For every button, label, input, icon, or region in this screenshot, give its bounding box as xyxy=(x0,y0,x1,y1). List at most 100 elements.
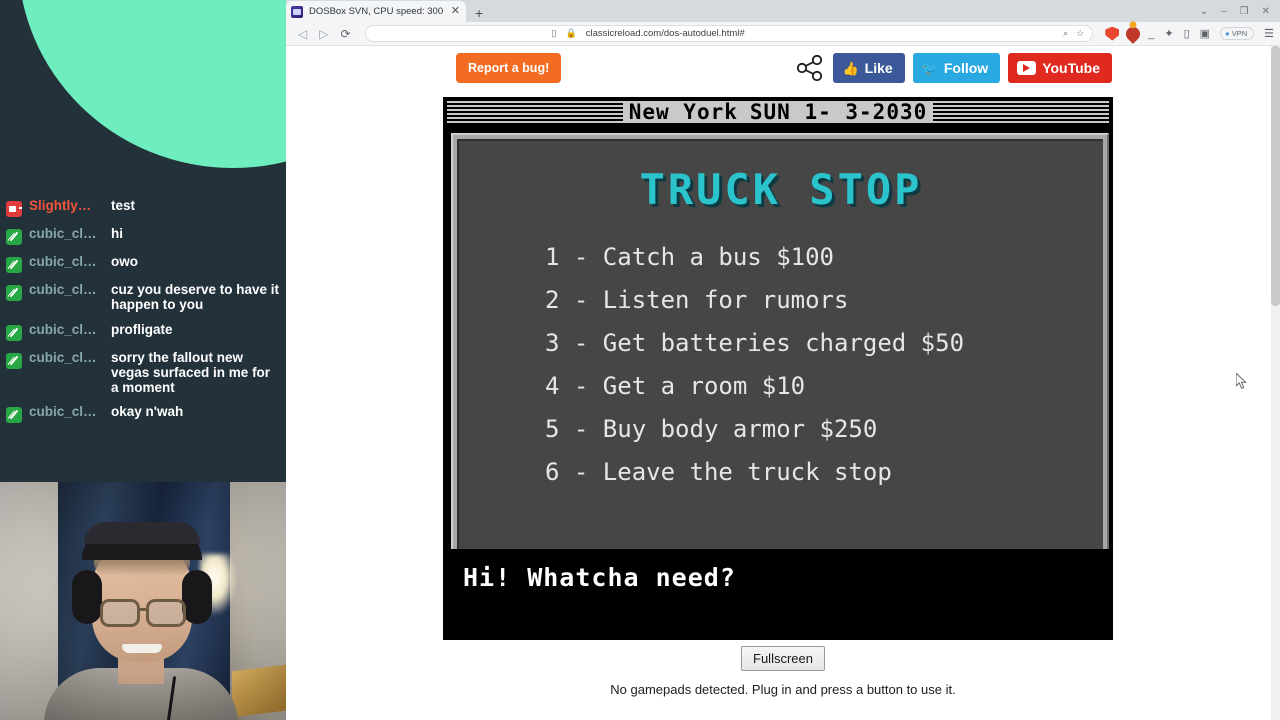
bookmark-star-icon[interactable]: ☆ xyxy=(1076,28,1084,39)
reload-icon[interactable]: ⟳ xyxy=(334,28,356,40)
web-page-content: Report a bug! 👍 Like 🐦 Follow YouTube Ne… xyxy=(286,46,1280,720)
youtube-button[interactable]: YouTube xyxy=(1008,53,1112,83)
chat-text: sorry the fallout new vegas surfaced in … xyxy=(111,349,271,396)
browser-toolbar: ◁ ▷ ⟳ ▯ 🔒 classicreload.com/dos-autoduel… xyxy=(286,19,1280,46)
broadcaster-badge-icon xyxy=(6,201,22,217)
vpn-dot-icon: ● xyxy=(1225,29,1230,38)
chat-message: cubic_cl… sorry the fallout new vegas su… xyxy=(6,350,280,396)
chat-username[interactable]: cubic_cl… xyxy=(29,322,101,337)
game-menu-frame: TRUCK STOP 1 - Catch a bus $100 2 - List… xyxy=(451,133,1109,567)
mod-badge-icon xyxy=(6,285,22,301)
fullscreen-section: Fullscreen No gamepads detected. Plug in… xyxy=(286,646,1280,697)
scrollbar-thumb[interactable] xyxy=(1271,46,1280,306)
webcam-vignette xyxy=(0,482,286,720)
game-menu-option[interactable]: 1 - Catch a bus $100 xyxy=(459,236,1103,279)
browser-window: DOSBox SVN, CPU speed: 300 ✕ + ⌄ – ❐ ✕ ◁… xyxy=(286,0,1280,720)
toolbar-right-icons: _ ✦ ▯ ▣ ● VPN ☰ xyxy=(1140,27,1274,40)
titlebar-stripes-right xyxy=(933,101,1109,123)
mod-badge-icon xyxy=(6,407,22,424)
address-bar[interactable]: ▯ 🔒 classicreload.com/dos-autoduel.html#… xyxy=(364,25,1094,42)
chat-username[interactable]: Slightly… xyxy=(29,198,101,213)
chat-text: test xyxy=(111,198,136,213)
decorative-mint-circle xyxy=(18,0,286,168)
webcam-video-feed xyxy=(0,482,286,720)
twitter-follow-button[interactable]: 🐦 Follow xyxy=(912,53,1001,83)
extension-icons xyxy=(1101,19,1144,44)
chat-message: cubic_cl… owo xyxy=(6,254,280,273)
side-panel-icon[interactable]: ▯ xyxy=(1184,27,1190,40)
url-text: classicreload.com/dos-autoduel.html# xyxy=(585,28,745,39)
zoom-icon[interactable]: ⌕ xyxy=(1063,28,1068,39)
dos-game-canvas[interactable]: New York SUN 1- 3-2030 TRUCK STOP 1 - Ca… xyxy=(443,97,1113,640)
report-a-bug-button[interactable]: Report a bug! xyxy=(456,53,562,83)
facebook-like-button[interactable]: 👍 Like xyxy=(833,53,905,83)
reading-list-icon[interactable]: ▯ xyxy=(552,28,557,39)
browser-menu-icon[interactable]: ☰ xyxy=(1264,27,1274,40)
extensions-puzzle-icon[interactable]: ✦ xyxy=(1164,27,1173,40)
game-menu-option[interactable]: 4 - Get a room $10 xyxy=(459,365,1103,408)
gamepad-status-text: No gamepads detected. Plug in and press … xyxy=(610,682,956,697)
chat-message: cubic_cl… profligate xyxy=(6,322,280,341)
chat-text: profligate xyxy=(111,321,173,337)
tab-close-icon[interactable]: ✕ xyxy=(451,6,460,17)
chat-username[interactable]: cubic_cl… xyxy=(29,350,101,365)
chat-username[interactable]: cubic_cl… xyxy=(29,404,101,419)
profile-icon[interactable]: ▣ xyxy=(1200,27,1210,40)
chat-message: cubic_cl… cuz you deserve to have it hap… xyxy=(6,282,280,313)
mod-badge-icon xyxy=(6,324,22,341)
chat-username[interactable]: cubic_cl… xyxy=(29,282,101,297)
tab-favicon-icon xyxy=(291,5,303,18)
chat-username[interactable]: cubic_cl… xyxy=(29,226,101,241)
collapse-icon[interactable]: ⌄ xyxy=(1200,6,1208,17)
browser-tab-strip: DOSBox SVN, CPU speed: 300 ✕ + ⌄ – ❐ ✕ xyxy=(286,0,1280,22)
chat-message: cubic_cl… okay n'wah xyxy=(6,404,280,424)
thumbs-up-icon: 👍 xyxy=(842,60,859,76)
twitter-bird-icon: 🐦 xyxy=(921,60,938,76)
game-date-label: SUN 1- 3-2030 xyxy=(743,101,934,123)
titlebar-stripes-left xyxy=(447,101,623,123)
new-tab-button[interactable]: + xyxy=(466,6,492,22)
forward-icon[interactable]: ▷ xyxy=(313,28,334,40)
youtube-play-icon xyxy=(1017,61,1037,75)
fullscreen-button[interactable]: Fullscreen xyxy=(741,646,825,671)
mod-badge-icon xyxy=(6,257,22,273)
mod-badge-icon xyxy=(6,229,22,245)
follow-label: Follow xyxy=(943,60,989,76)
chat-text: owo xyxy=(111,254,138,269)
game-dialogue-text: Hi! Whatcha need? xyxy=(463,563,736,592)
vpn-status-badge[interactable]: ● VPN xyxy=(1220,27,1255,40)
game-status-bar: New York SUN 1- 3-2030 xyxy=(443,97,1113,127)
vpn-label: VPN xyxy=(1231,29,1248,38)
chat-message-list: Slightly… test cubic_cl… hi cubic_cl… ow… xyxy=(0,198,286,432)
tab-title: DOSBox SVN, CPU speed: 300 xyxy=(309,6,444,17)
social-buttons-group: 👍 Like 🐦 Follow YouTube xyxy=(795,53,1266,83)
window-controls: ⌄ – ❐ ✕ xyxy=(1200,0,1278,22)
chat-message: cubic_cl… hi xyxy=(6,226,280,245)
minimize-icon[interactable]: – xyxy=(1221,6,1227,17)
mod-badge-icon xyxy=(6,352,22,369)
game-location-label: New York xyxy=(622,101,744,123)
game-menu-inner: TRUCK STOP 1 - Catch a bus $100 2 - List… xyxy=(457,139,1103,561)
adblock-extension-icon[interactable] xyxy=(1105,26,1120,41)
underscore-icon[interactable]: _ xyxy=(1148,28,1154,40)
close-window-icon[interactable]: ✕ xyxy=(1262,6,1270,17)
back-icon[interactable]: ◁ xyxy=(292,28,313,40)
lock-icon: 🔒 xyxy=(565,28,577,38)
maximize-icon[interactable]: ❐ xyxy=(1240,6,1249,17)
game-menu-option[interactable]: 3 - Get batteries charged $50 xyxy=(459,322,1103,365)
page-scrollbar[interactable] xyxy=(1271,46,1280,720)
chat-username[interactable]: cubic_cl… xyxy=(29,254,101,269)
share-icon[interactable] xyxy=(795,53,825,83)
youtube-label: YouTube xyxy=(1042,60,1100,76)
browser-tab[interactable]: DOSBox SVN, CPU speed: 300 ✕ xyxy=(286,1,466,22)
chat-text: okay n'wah xyxy=(111,404,184,420)
game-dialogue-area: Hi! Whatcha need? xyxy=(443,549,1113,640)
game-menu-option[interactable]: 6 - Leave the truck stop xyxy=(459,451,1103,494)
social-bar: Report a bug! 👍 Like 🐦 Follow YouTube xyxy=(286,46,1280,90)
chat-message: Slightly… test xyxy=(6,198,280,217)
game-screen-title: TRUCK STOP xyxy=(639,165,923,214)
game-menu-option[interactable]: 2 - Listen for rumors xyxy=(459,279,1103,322)
game-menu-option[interactable]: 5 - Buy body armor $250 xyxy=(459,408,1103,451)
like-label: Like xyxy=(864,60,893,76)
stream-overlay-panel: Slightly… test cubic_cl… hi cubic_cl… ow… xyxy=(0,0,286,720)
